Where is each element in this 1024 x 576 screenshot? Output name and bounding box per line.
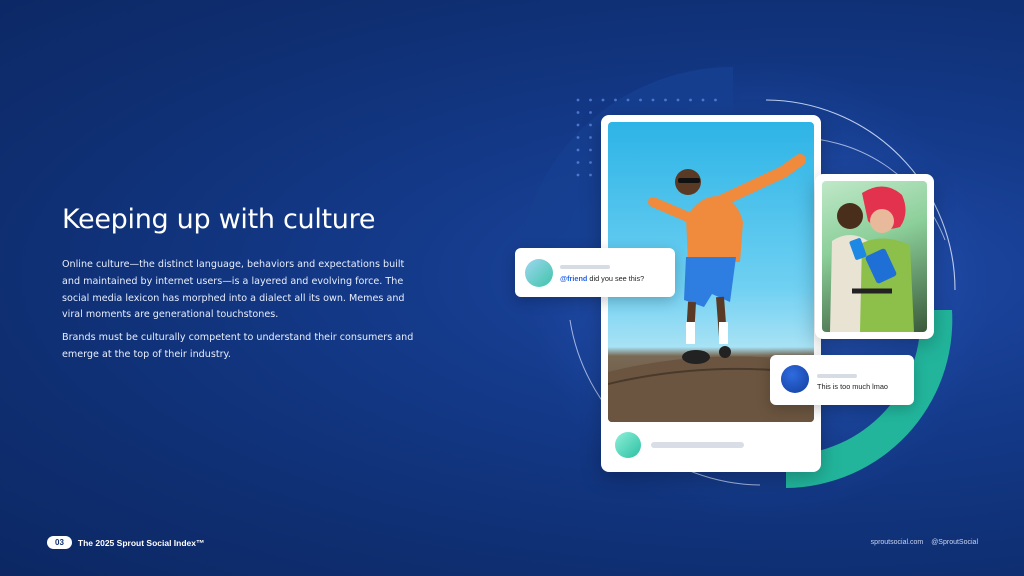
decor-dot xyxy=(589,161,592,164)
replier-avatar xyxy=(781,365,809,393)
footer-right: sproutsocial.com @SproutSocial xyxy=(871,539,978,546)
decor-dot xyxy=(614,98,617,102)
comment-text: @friend did you see this? xyxy=(560,274,644,283)
decor-dot xyxy=(589,136,592,139)
replier-name-placeholder xyxy=(817,374,857,378)
social-handle[interactable]: @SproutSocial xyxy=(931,539,978,546)
decor-dot xyxy=(701,98,705,102)
decor-dot xyxy=(626,98,630,102)
decor-dot xyxy=(576,161,580,164)
site-link[interactable]: sproutsocial.com xyxy=(871,539,924,546)
decor-dot xyxy=(576,173,580,177)
side-post-card xyxy=(815,174,934,339)
decor-dot xyxy=(639,98,642,102)
decor-dot xyxy=(576,148,580,152)
comment-bubble: @friend did you see this? xyxy=(515,248,675,297)
page-number: 03 xyxy=(47,536,72,549)
commenter-avatar xyxy=(525,259,553,287)
decor-dot xyxy=(576,123,580,127)
footer-left: 03 The 2025 Sprout Social Index™ xyxy=(47,536,205,549)
decor-dot xyxy=(651,98,655,102)
decor-dot xyxy=(589,148,592,152)
reply-text: This is too much lmao xyxy=(817,382,888,391)
decor-dot xyxy=(576,136,580,139)
post-caption-placeholder xyxy=(651,442,744,448)
decor-dot xyxy=(714,98,717,102)
decor-dot xyxy=(601,98,605,102)
decor-dot xyxy=(589,173,592,177)
side-post-photo xyxy=(822,181,927,332)
decor-dot xyxy=(589,123,592,127)
report-title: The 2025 Sprout Social Index™ xyxy=(77,537,205,548)
commenter-name-placeholder xyxy=(560,265,610,269)
decor-dot xyxy=(689,98,692,102)
decor-dot xyxy=(589,98,592,102)
decor-dot xyxy=(664,98,667,102)
decor-dot xyxy=(676,98,680,102)
post-author-avatar xyxy=(615,432,641,458)
reply-bubble: This is too much lmao xyxy=(770,355,914,405)
decor-dot xyxy=(576,98,580,102)
comment-message: did you see this? xyxy=(587,274,645,283)
mention-link[interactable]: @friend xyxy=(560,274,587,283)
decor-dot xyxy=(589,111,592,114)
decor-dot xyxy=(576,111,580,114)
